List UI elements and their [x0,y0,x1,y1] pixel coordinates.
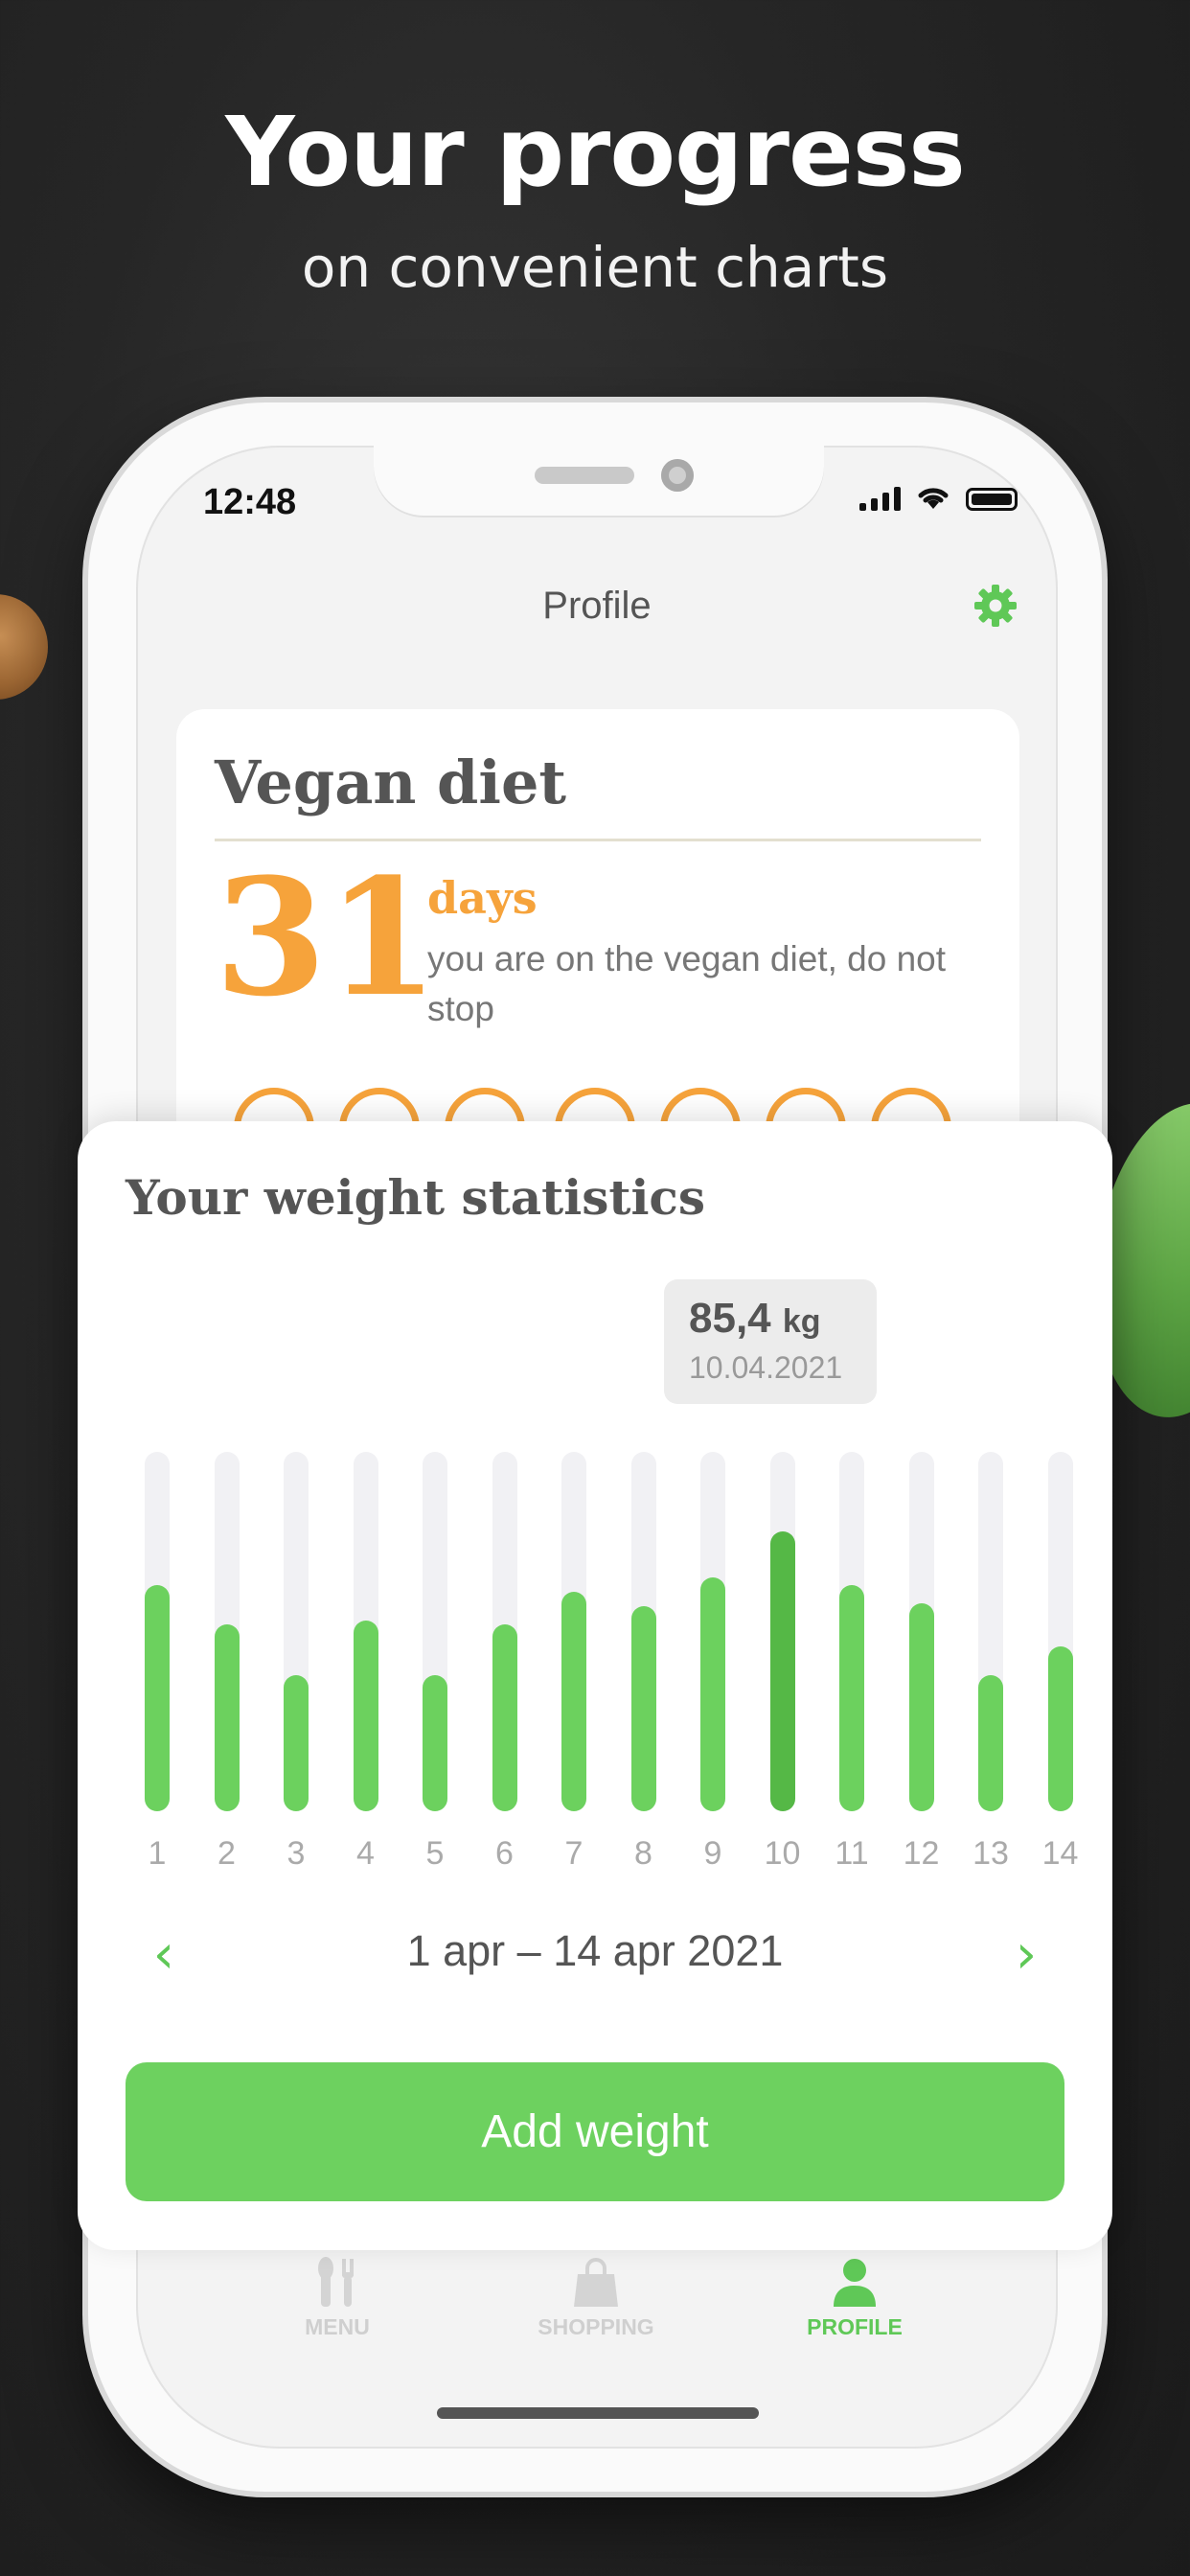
diet-title: Vegan diet [215,748,567,817]
person-icon [834,2259,876,2307]
date-range-label: 1 apr – 14 apr 2021 [406,1926,784,1975]
chart-tick-label: 8 [634,1835,652,1872]
days-label: days [427,872,538,924]
chart-tick-label: 4 [356,1835,375,1872]
chevron-right-icon[interactable]: › [1007,1928,1045,1982]
chart-tick-label: 10 [764,1835,801,1872]
tab-menu[interactable]: MENU [241,2257,433,2340]
tooltip-date: 10.04.2021 [689,1350,843,1385]
weight-tooltip: 85,4 kg 10.04.2021 [664,1279,877,1404]
status-icons [859,484,1018,511]
chart-tick-label: 11 [835,1835,869,1872]
chart-bar[interactable] [353,1621,378,1811]
shopping-bag-icon [574,2258,618,2307]
tab-shopping[interactable]: SHOPPING [500,2257,692,2340]
chart-tick-label: 6 [495,1835,514,1872]
chart-tick-label: 13 [973,1835,1009,1872]
chart-bar[interactable] [423,1674,447,1811]
chart-tick-label: 7 [564,1835,584,1872]
signal-icon [859,486,901,511]
diet-card: Vegan diet 31 days you are on the vegan … [176,709,1019,1188]
gear-icon[interactable] [972,582,1019,630]
chart-tick-label: 9 [703,1835,722,1872]
page-title: Profile [542,585,652,627]
chart-tick-label: 2 [217,1835,236,1872]
tab-profile[interactable]: PROFILE [759,2257,950,2340]
phone-notch [374,446,824,518]
chart-bar[interactable] [214,1624,240,1811]
chart-tick-label: 5 [425,1835,445,1872]
tab-label: PROFILE [807,2314,903,2339]
chart-tick-label: 1 [148,1835,167,1872]
promo-headline: Your progress [225,96,966,208]
chart-bar[interactable] [561,1592,586,1811]
chart-bar[interactable] [978,1674,1003,1811]
walnut-decoration [0,594,48,700]
tooltip-unit: kg [782,1303,821,1340]
chart-bar[interactable] [700,1577,725,1811]
fork-knife-icon [318,2257,354,2307]
tab-label: SHOPPING [538,2314,654,2339]
add-weight-button[interactable]: Add weight [126,2062,1064,2201]
chart-tick-label: 3 [286,1835,306,1872]
speaker-grille [535,467,634,484]
days-count: 31 [215,842,439,1032]
days-description: you are on the vegan diet, do not stop [427,939,947,1028]
chart-bar[interactable] [1047,1645,1073,1811]
chart-bar[interactable] [908,1602,934,1811]
chart-bar[interactable] [630,1606,656,1811]
weight-chart: 1 2 3 4 5 6 7 8 9 10 11 12 13 14 [78,1121,1112,2175]
front-camera [661,459,694,492]
home-indicator[interactable] [437,2407,759,2419]
chart-bar[interactable] [492,1624,517,1811]
chart-tick-label: 14 [1041,1835,1079,1872]
promo-subheadline: on convenient charts [301,235,889,300]
status-time: 12:48 [203,482,297,522]
wifi-icon [918,488,949,509]
chart-bar[interactable] [769,1530,795,1811]
battery-icon [966,488,1018,511]
tab-label: MENU [305,2314,370,2339]
chart-bar[interactable] [145,1584,170,1811]
weight-statistics-card: Your weight statistics 1 2 3 4 5 6 7 8 9 10 11 12 13… [78,1121,1112,2250]
tooltip-weight: 85,4 [689,1295,771,1342]
chart-tick-label: 12 [903,1835,940,1872]
chart-bar[interactable] [839,1584,864,1811]
chart-bar[interactable] [284,1674,309,1811]
tooltip-value: 85,4 kg [689,1295,821,1343]
divider [215,839,981,841]
